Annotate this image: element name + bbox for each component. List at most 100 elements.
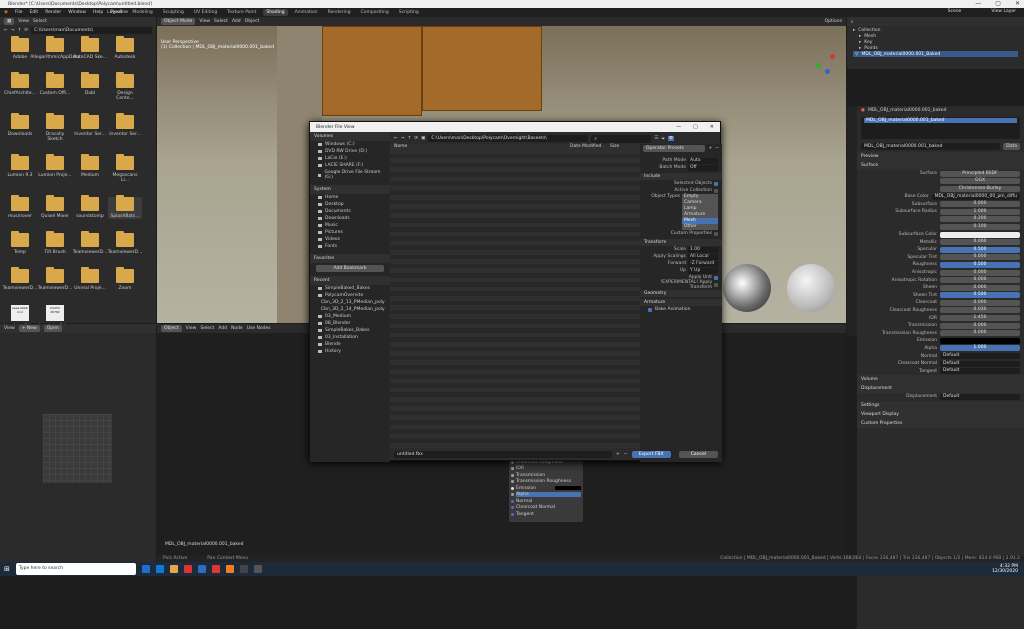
folder-item[interactable]: Tilt Brush — [38, 231, 72, 255]
geometry-section[interactable]: Geometry — [640, 290, 722, 297]
system-item[interactable]: Music — [310, 222, 390, 229]
volume-section[interactable]: Volume — [857, 375, 1024, 385]
custom-properties-section[interactable]: Custom Properties — [857, 418, 1024, 428]
outliner-search[interactable]: ⌕ — [851, 19, 854, 25]
property-value[interactable]: 1.000 — [940, 208, 1020, 215]
recent-item[interactable]: 03_Medium — [310, 313, 390, 320]
recent-item[interactable]: SimpleBaked_Bakes — [310, 285, 390, 292]
property-value[interactable]: 0.500 — [940, 292, 1020, 299]
recent-item[interactable]: 08_Blender — [310, 320, 390, 327]
active-collection-checkbox[interactable] — [714, 188, 718, 193]
volume-item[interactable]: Google Drive File Stream (G:) — [310, 169, 390, 181]
tab-compositing[interactable]: Compositing — [358, 9, 392, 16]
displacement-section[interactable]: Displacement — [857, 384, 1024, 394]
blender-logo-icon[interactable]: ◉ — [4, 10, 8, 15]
folder-item[interactable]: Megascans Li... — [108, 154, 142, 183]
folder-item[interactable]: Dabl — [73, 72, 107, 101]
displacement-value[interactable]: Default — [940, 393, 1020, 400]
refresh-icon[interactable]: ⟳ — [24, 28, 28, 33]
system-item[interactable]: Desktop — [310, 201, 390, 208]
use-nodes-checkbox[interactable]: Use Nodes — [247, 326, 271, 331]
up-select[interactable]: Y Up — [688, 267, 718, 274]
property-value[interactable]: 1.450 — [940, 315, 1020, 322]
explorer-icon[interactable] — [169, 565, 178, 573]
node-socket-icon[interactable] — [511, 480, 514, 484]
property-value[interactable]: 0.500 — [940, 246, 1020, 253]
tab-rendering[interactable]: Rendering — [325, 9, 354, 16]
system-item[interactable]: Videos — [310, 236, 390, 243]
property-value[interactable]: 0.000 — [940, 330, 1020, 337]
new-image-button[interactable]: + New — [18, 325, 40, 332]
node-socket-icon[interactable] — [511, 467, 514, 471]
image-canvas[interactable] — [43, 414, 112, 483]
node-socket-icon[interactable] — [511, 512, 514, 516]
property-value[interactable]: 1.000 — [940, 345, 1020, 352]
folder-item[interactable]: Custom Offi... — [38, 72, 72, 101]
volume-item[interactable]: Windows (C:) — [310, 141, 390, 148]
folder-item[interactable]: Temp — [3, 231, 37, 255]
windows-start-icon[interactable]: ⊞ — [4, 565, 10, 573]
close-button[interactable]: ✕ — [1015, 0, 1020, 8]
dialog-path-field[interactable]: C:\Users\man\Desktop\Polycam\Overnight\B… — [428, 135, 589, 142]
material-slot-list[interactable]: MDL_OBJ_material0000.001_baked — [861, 117, 1020, 139]
viewport-mode-select[interactable]: Object Mode — [161, 18, 196, 25]
node-socket-icon[interactable] — [511, 473, 514, 477]
preset-remove-icon[interactable]: − — [715, 146, 719, 151]
folder-item[interactable]: TeamviewerD... — [38, 267, 72, 291]
recent-item[interactable]: 03_Installation — [310, 334, 390, 341]
recent-item[interactable]: PolycamOvernite — [310, 292, 390, 299]
property-value[interactable] — [940, 337, 1020, 344]
dialog-parent-icon[interactable]: ↑ — [408, 136, 412, 141]
include-section[interactable]: Include — [640, 173, 722, 180]
navigation-gizmo[interactable] — [816, 54, 836, 74]
system-item[interactable]: Documents — [310, 208, 390, 215]
property-value[interactable]: MDL_OBJ_material0000_00_pm_diffu — [931, 193, 1020, 200]
parent-dir-icon[interactable]: ↑ — [18, 28, 22, 33]
new-folder-icon[interactable]: ▣ — [421, 136, 425, 141]
viewport-view-menu[interactable]: View — [199, 19, 210, 24]
system-header[interactable]: System — [310, 185, 390, 194]
photoshop-icon[interactable] — [197, 565, 206, 573]
filename-decrement-icon[interactable]: − — [624, 452, 628, 457]
apply-transform-checkbox[interactable] — [714, 282, 718, 287]
node-view-menu[interactable]: View — [186, 326, 197, 331]
folder-item[interactable]: musiriover — [3, 195, 37, 219]
viewport-add-menu[interactable]: Add — [232, 19, 241, 24]
menu-edit[interactable]: Edit — [29, 10, 38, 15]
property-value[interactable]: 0.200 — [940, 216, 1020, 223]
taskbar-clock[interactable]: 4:32 PM 12/30/2020 — [992, 564, 1018, 574]
recent-item[interactable]: Blende — [310, 341, 390, 348]
property-value[interactable]: Default — [940, 368, 1020, 375]
node-add-menu[interactable]: Add — [218, 326, 227, 331]
property-value[interactable]: 0.000 — [940, 284, 1020, 291]
recent-item[interactable]: Cbn_3D_2_13_PMedian_poly — [310, 299, 390, 306]
system-item[interactable]: Pictures — [310, 229, 390, 236]
folder-item[interactable]: TeamviewerD... — [73, 231, 107, 255]
file-path-field[interactable]: C:\Users\man\Documents\ — [31, 27, 152, 34]
node-socket-icon[interactable] — [511, 506, 514, 510]
distribution-select[interactable]: GGX — [940, 178, 1020, 185]
subsurface-method-select[interactable]: Christensen-Burley — [940, 185, 1020, 192]
node-socket-icon[interactable] — [511, 493, 514, 497]
folder-item[interactable]: TeamviewerD... — [108, 231, 142, 255]
folder-item[interactable]: Unreal Proje... — [73, 267, 107, 291]
recent-item[interactable]: History — [310, 348, 390, 355]
emission-swatch[interactable] — [555, 486, 581, 491]
property-value[interactable]: 0.000 — [940, 201, 1020, 208]
system-item[interactable]: Downloads — [310, 215, 390, 222]
property-value[interactable]: 0.100 — [940, 223, 1020, 230]
tab-modeling[interactable]: Modeling — [129, 9, 155, 16]
filename-increment-icon[interactable]: + — [616, 452, 620, 457]
data-select[interactable]: Data — [1003, 143, 1020, 150]
volumes-header[interactable]: Volumes — [310, 132, 390, 141]
tab-layout[interactable]: Layout — [104, 9, 125, 16]
menu-render[interactable]: Render — [45, 10, 61, 15]
dialog-search-input[interactable]: ⌕ — [591, 134, 652, 143]
view-layer-selector[interactable]: View Layer — [991, 9, 1016, 14]
folder-item[interactable]: Design Cente... — [108, 72, 142, 101]
editor-type-button[interactable]: ▦ — [4, 17, 15, 25]
app-icon[interactable] — [239, 565, 248, 573]
material-slot-item[interactable]: MDL_OBJ_material0000.001_baked — [864, 118, 1017, 123]
tab-sculpting[interactable]: Sculpting — [160, 9, 187, 16]
folder-item[interactable]: Zoom — [108, 267, 142, 291]
